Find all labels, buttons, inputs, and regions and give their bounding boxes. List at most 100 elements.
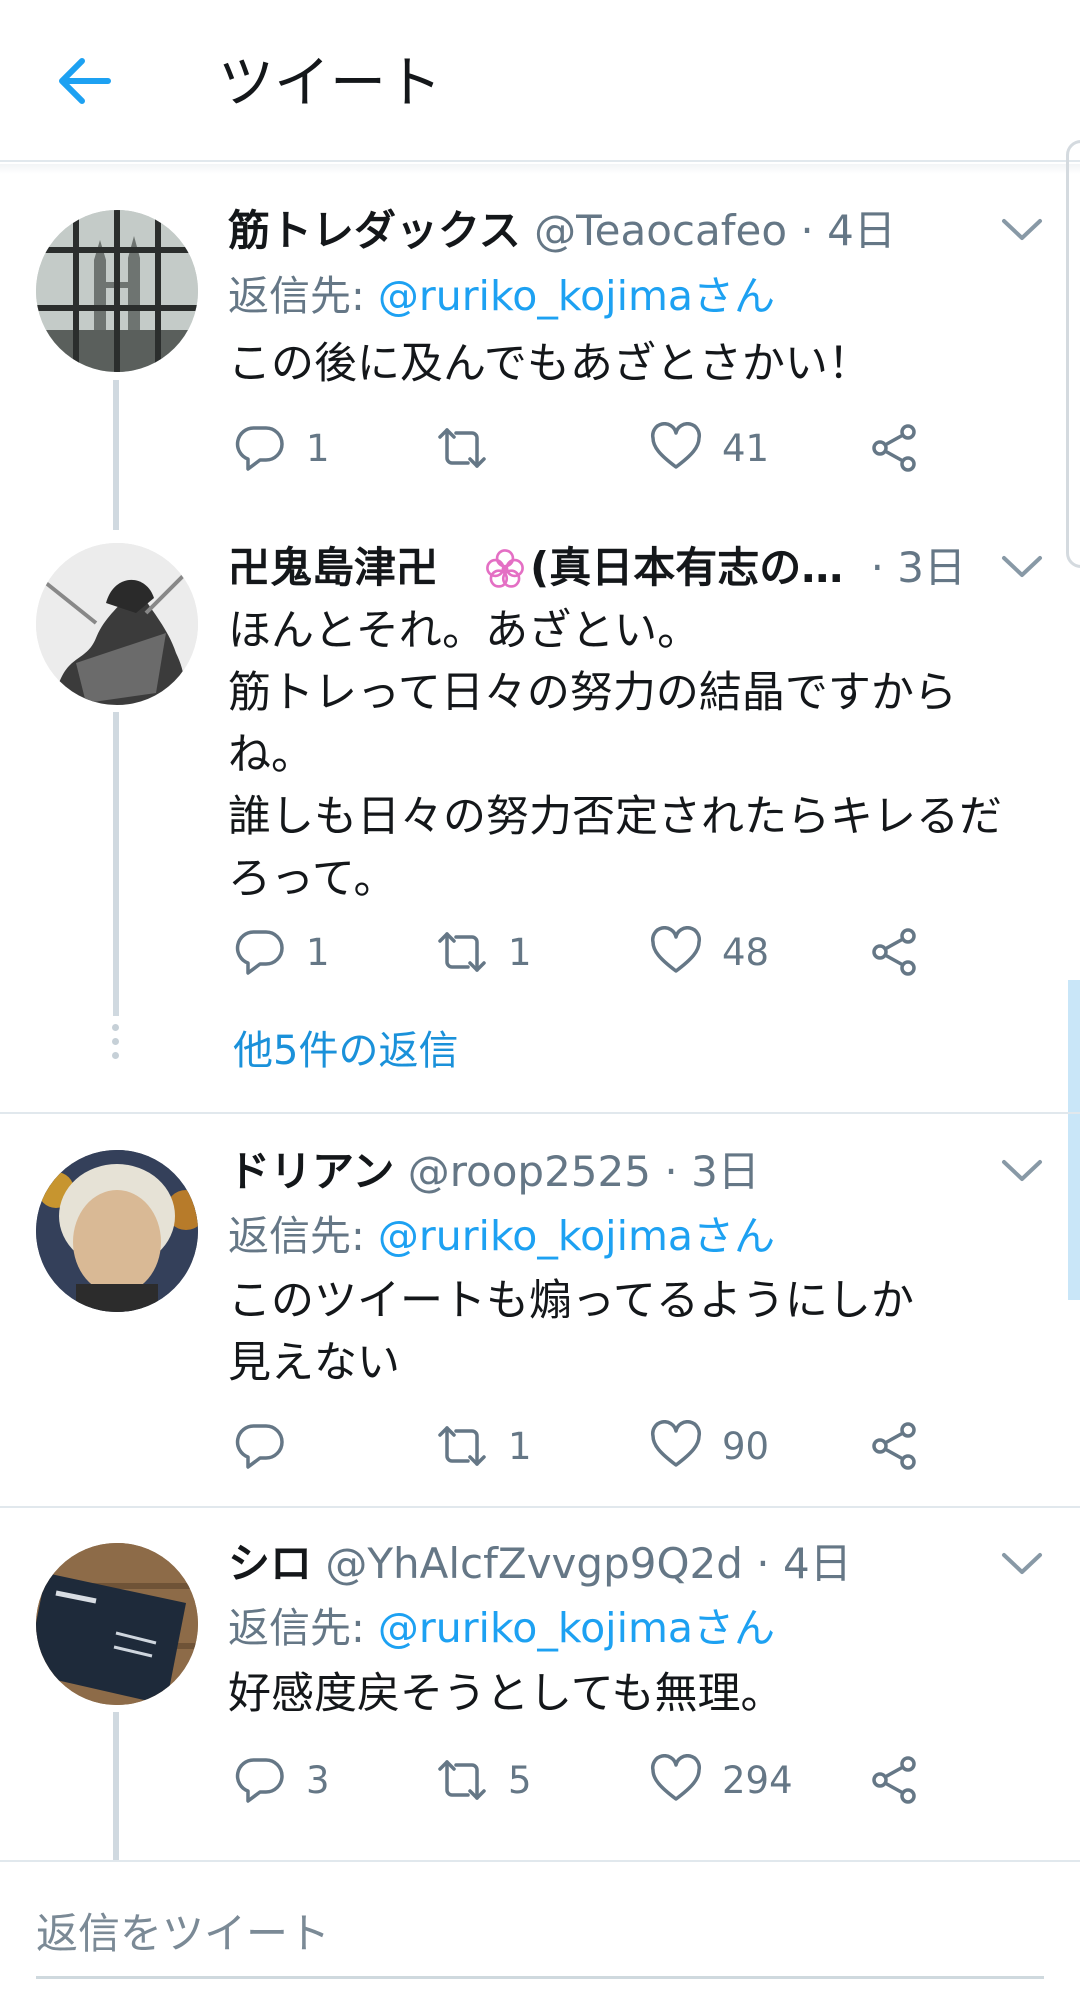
avatar[interactable] <box>36 543 198 705</box>
like-button[interactable]: 41 <box>650 418 769 478</box>
share-icon <box>872 1756 916 1804</box>
reply-button[interactable]: 3 <box>234 1750 330 1810</box>
share-button[interactable] <box>868 922 920 982</box>
reply-button[interactable]: 1 <box>234 922 330 982</box>
timestamp[interactable]: 3日 <box>691 1147 760 1196</box>
meta-separator: · <box>756 1539 770 1588</box>
share-button[interactable] <box>868 418 920 478</box>
tweet-meta: ドリアン @roop2525 · 3日 <box>228 1144 760 1200</box>
timestamp[interactable]: 4日 <box>783 1539 852 1588</box>
tweet-text-line: ね。 <box>228 730 314 780</box>
retweet-icon <box>438 932 486 972</box>
retweet-icon <box>438 428 486 468</box>
action-bar: 1 1 48 <box>228 922 928 982</box>
tweet-text-line: 誰しも日々の努力否定されたらキレるだ <box>228 792 1002 842</box>
display-name[interactable]: 卍鬼島津卍 <box>228 543 480 592</box>
retweet-button[interactable]: 1 <box>436 922 532 982</box>
tweet-text-line: ほんとそれ。あざとい。 <box>228 606 701 656</box>
tweet-meta: 筋トレダックス @Teaocafeo · 4日 <box>228 203 896 259</box>
chevron-down-icon[interactable] <box>1000 1155 1044 1185</box>
like-count: 48 <box>722 930 770 974</box>
reply-count: 3 <box>306 1758 330 1802</box>
retweet-button[interactable]: 1 <box>436 1416 532 1476</box>
like-button[interactable]: 48 <box>650 922 769 982</box>
tweet-text-line: このツイートも煽ってるようにしか <box>228 1276 914 1326</box>
reply-to-line: 返信先: @ruriko_kojimaさん <box>228 1600 775 1656</box>
reply-button[interactable] <box>234 1416 306 1476</box>
action-bar: 1 41 <box>228 418 928 478</box>
header-shadow <box>0 164 1080 174</box>
reply-icon <box>235 1758 284 1803</box>
retweet-count: 5 <box>508 1758 532 1802</box>
thread-line <box>113 712 119 1016</box>
top-bar: ツイート <box>0 0 1080 162</box>
timestamp[interactable]: 3日 <box>897 543 966 592</box>
reply-to-label: 返信先: <box>228 272 378 320</box>
reply-icon <box>235 930 284 975</box>
meta-separator: · <box>664 1147 678 1196</box>
share-button[interactable] <box>868 1750 920 1810</box>
like-icon <box>650 422 702 469</box>
share-icon <box>872 1422 916 1470</box>
user-handle[interactable]: @YhAlcfZvvgp9Q2d <box>325 1539 743 1588</box>
overscroll-edge <box>1066 140 1080 568</box>
divider <box>0 1112 1080 1114</box>
display-name[interactable]: 筋トレダックス <box>228 206 521 255</box>
tweet-text: このツイートも煽ってるようにしか 見えない <box>228 1270 1028 1394</box>
meta-separator: · <box>800 206 814 255</box>
tweet-text: この後に及んでもあざとさかい！ <box>228 333 1028 395</box>
reply-to-user[interactable]: @ruriko_kojimaさん <box>378 1212 775 1260</box>
reply-compose-input[interactable]: 返信をツイート <box>36 1900 330 1961</box>
tweet-text-line: 好感度戻そうとしても無理。 <box>228 1669 784 1719</box>
user-handle[interactable]: @roop2525 <box>408 1147 651 1196</box>
more-replies-link[interactable]: 他5件の返信 <box>233 1018 458 1076</box>
chevron-down-icon[interactable] <box>1000 551 1044 581</box>
like-button[interactable]: 90 <box>650 1416 769 1476</box>
reply-icon <box>235 426 284 471</box>
thread-gap-dots <box>112 1024 120 1066</box>
retweet-button[interactable]: 5 <box>436 1750 532 1810</box>
action-bar: 3 5 294 <box>228 1750 928 1810</box>
reply-to-user[interactable]: @ruriko_kojimaさん <box>378 1604 775 1652</box>
tweet-text-line: ろって。 <box>228 854 397 904</box>
reply-to-label: 返信先: <box>228 1604 378 1652</box>
retweet-button[interactable] <box>436 418 508 478</box>
reply-to-label: 返信先: <box>228 1212 378 1260</box>
share-button[interactable] <box>868 1416 920 1476</box>
timestamp[interactable]: 4日 <box>827 206 896 255</box>
thread-line <box>113 1712 119 1860</box>
like-button[interactable]: 294 <box>650 1750 793 1810</box>
display-name[interactable]: ドリアン <box>228 1147 394 1196</box>
tweet-text-line: 筋トレって日々の努力の結晶ですから <box>228 668 957 718</box>
like-count: 90 <box>722 1424 770 1468</box>
like-icon <box>650 1754 702 1801</box>
chevron-down-icon[interactable] <box>1000 214 1044 244</box>
tweet-meta: 卍鬼島津卍 (真日本有志の… · 3日 <box>228 540 966 596</box>
flower-icon <box>486 549 524 588</box>
avatar[interactable] <box>36 1150 198 1312</box>
user-handle[interactable]: @Teaocafeo <box>534 206 787 255</box>
share-icon <box>872 928 916 976</box>
tweet-meta: シロ @YhAlcfZvvgp9Q2d · 4日 <box>228 1536 852 1592</box>
action-bar: 1 90 <box>228 1416 928 1476</box>
avatar[interactable] <box>36 210 198 372</box>
scrollbar-thumb[interactable] <box>1068 980 1080 1300</box>
like-icon <box>650 926 702 973</box>
divider <box>0 1506 1080 1508</box>
back-arrow-icon[interactable] <box>50 48 120 118</box>
like-icon <box>650 1420 702 1467</box>
avatar[interactable] <box>36 1543 198 1705</box>
reply-to-line: 返信先: @ruriko_kojimaさん <box>228 268 775 324</box>
display-name-suffix[interactable]: (真日本有志の… <box>530 543 843 592</box>
reply-to-line: 返信先: @ruriko_kojimaさん <box>228 1208 775 1264</box>
chevron-down-icon[interactable] <box>1000 1548 1044 1578</box>
share-icon <box>872 424 916 472</box>
page-title: ツイート <box>218 51 442 116</box>
reply-count: 1 <box>306 426 330 470</box>
display-name[interactable]: シロ <box>228 1539 312 1588</box>
divider <box>0 1860 1080 1862</box>
reply-icon <box>235 1424 284 1469</box>
reply-to-user[interactable]: @ruriko_kojimaさん <box>378 272 775 320</box>
reply-button[interactable]: 1 <box>234 418 330 478</box>
tweet-text: ほんとそれ。あざとい。 筋トレって日々の努力の結晶ですから ね。 誰しも日々の努… <box>228 600 1028 910</box>
